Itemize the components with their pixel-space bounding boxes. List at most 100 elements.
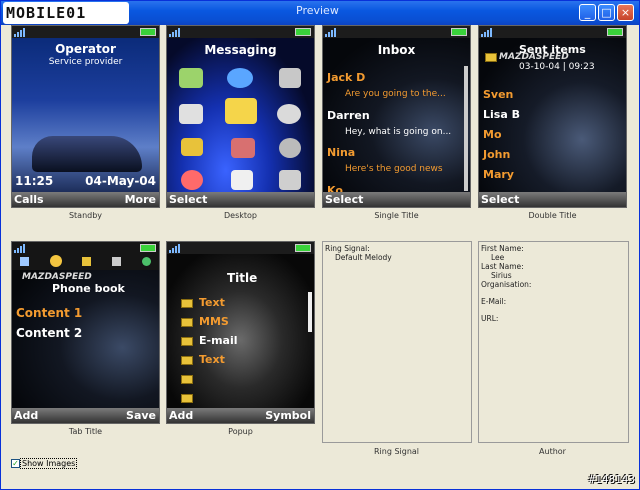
popup-item[interactable]: E-mail	[199, 334, 238, 347]
list-item-name[interactable]: Jack D	[327, 71, 365, 84]
status-bar	[323, 26, 470, 38]
media-icon[interactable]	[279, 138, 301, 158]
desktop-screen: Messaging Select	[166, 25, 315, 208]
entertainment-icon[interactable]	[179, 104, 203, 124]
status-bar	[479, 26, 626, 38]
signal-icon	[325, 27, 339, 37]
list-item-message: Here's the good news	[345, 164, 443, 174]
settings-icon[interactable]	[279, 170, 301, 190]
softkey-right[interactable]: More	[125, 193, 156, 206]
popup-item[interactable]: Text	[199, 353, 225, 366]
maximize-button[interactable]: □	[598, 4, 615, 21]
first-name-label: First Name:	[481, 244, 524, 253]
softkey-bar: Select	[323, 192, 470, 207]
standby-screen: Operator Service provider 11:25 04-May-0…	[11, 25, 160, 208]
softkey-right[interactable]: Symbol	[265, 409, 311, 422]
list-item[interactable]: Content 1	[16, 306, 82, 320]
softkey-left[interactable]: Calls	[14, 193, 44, 206]
battery-icon	[295, 28, 311, 36]
list-item[interactable]: Lisa B	[483, 108, 520, 121]
folder-icon	[181, 318, 193, 327]
list-item[interactable]: John	[483, 148, 510, 161]
organisation-label: Organisation:	[481, 280, 532, 289]
menu-title: Inbox	[377, 43, 416, 57]
panel-ring-signal: Ring Signal: Default Melody Ring Signal	[322, 241, 472, 456]
show-images-label[interactable]: Show Images	[20, 458, 78, 469]
battery-icon	[451, 28, 467, 36]
clock-date: 04-May-04	[85, 174, 156, 188]
list-item-name[interactable]: Darren	[327, 109, 370, 122]
games-icon[interactable]	[279, 68, 301, 88]
phonebook-icon[interactable]	[231, 138, 255, 158]
panel-standby[interactable]: Operator Service provider 11:25 04-May-0…	[11, 25, 160, 220]
popup-item[interactable]: Text	[199, 296, 225, 309]
panel-tab-title[interactable]: MAZDASPEED Phone book Content 1 Content …	[11, 241, 160, 436]
car-image	[32, 136, 142, 172]
file-manager-icon[interactable]	[181, 138, 203, 156]
battery-icon	[295, 244, 311, 252]
tab-icon[interactable]	[142, 257, 151, 266]
panel-caption: Popup	[228, 427, 253, 436]
panel-author: First Name: Lee Last Name: Sirius Organi…	[478, 241, 629, 456]
preview-window: MOBILE01 Preview _ □ × Operator Service …	[0, 0, 640, 490]
messaging-icon[interactable]	[225, 98, 257, 124]
last-name-label: Last Name:	[481, 262, 524, 271]
battery-icon	[140, 244, 156, 252]
panel-desktop[interactable]: Messaging Select Desktop	[166, 25, 315, 220]
list-item-name[interactable]: Nina	[327, 146, 355, 159]
service-provider-label: Service provider	[48, 57, 123, 67]
tab-icon[interactable]	[20, 257, 29, 266]
first-name-value: Lee	[491, 253, 505, 262]
author-box: First Name: Lee Last Name: Sirius Organi…	[478, 241, 629, 443]
url-label: URL:	[481, 314, 499, 323]
show-images-checkbox[interactable]: ✓	[11, 459, 20, 468]
list-item-message: Hey, what is going on...	[345, 127, 452, 137]
tab-icon[interactable]	[82, 257, 91, 266]
calendar-icon[interactable]	[231, 170, 253, 190]
panel-double-title[interactable]: MAZDASPEED Sent items 03-10-04 | 09:23 S…	[478, 25, 627, 220]
list-item[interactable]: Mary	[483, 168, 514, 181]
clock-time: 11:25	[15, 174, 54, 188]
softkey-bar: Select	[167, 192, 314, 207]
camera-icon[interactable]	[179, 68, 203, 88]
tab-icon[interactable]	[112, 257, 121, 266]
panel-caption: Desktop	[224, 211, 257, 220]
softkey-left[interactable]: Select	[481, 193, 519, 206]
last-name-value: Sirius	[491, 271, 512, 280]
scrollbar[interactable]	[308, 292, 312, 332]
softkey-bar: Add Symbol	[167, 408, 314, 423]
connectivity-icon[interactable]	[181, 170, 203, 190]
minimize-button[interactable]: _	[579, 4, 596, 21]
softkey-left[interactable]: Select	[325, 193, 363, 206]
list-item[interactable]: Mo	[483, 128, 502, 141]
panel-single-title[interactable]: Inbox Jack D Are you going to the... Dar…	[322, 25, 471, 220]
ring-signal-value: Default Melody	[335, 253, 392, 262]
title-bar: MOBILE01 Preview _ □ ×	[1, 1, 639, 25]
watermark-logo: MOBILE01	[3, 2, 129, 24]
panel-caption: Double Title	[528, 211, 577, 220]
popup-title: Title	[227, 271, 258, 285]
inbox-screen: Inbox Jack D Are you going to the... Dar…	[322, 25, 471, 208]
scrollbar[interactable]	[464, 66, 468, 191]
internet-icon[interactable]	[227, 68, 253, 88]
softkey-right[interactable]: Save	[126, 409, 156, 422]
list-item[interactable]: Content 2	[16, 326, 82, 340]
panel-popup[interactable]: Title Text MMS E-mail Text Add Symbol Po…	[166, 241, 315, 436]
softkey-left[interactable]: Add	[169, 409, 193, 422]
ring-signal-label: Ring Signal:	[325, 244, 370, 253]
softkey-left[interactable]: Add	[14, 409, 38, 422]
folder-icon	[181, 375, 193, 384]
panel-caption: Tab Title	[68, 427, 103, 436]
close-button[interactable]: ×	[617, 4, 634, 21]
popup-item[interactable]: MMS	[199, 315, 229, 328]
menu-title: Phone book	[52, 282, 125, 295]
smiley-tab-icon[interactable]	[50, 255, 62, 267]
menu-subtitle: 03-10-04 | 09:23	[519, 62, 595, 72]
softkey-bar: Add Save	[12, 408, 159, 423]
softkey-left[interactable]: Select	[169, 193, 207, 206]
list-item[interactable]: Sven	[483, 88, 513, 101]
signal-icon	[169, 27, 183, 37]
radio-icon[interactable]	[277, 104, 301, 124]
panel-caption: Ring Signal	[373, 447, 420, 456]
status-bar	[167, 242, 314, 254]
